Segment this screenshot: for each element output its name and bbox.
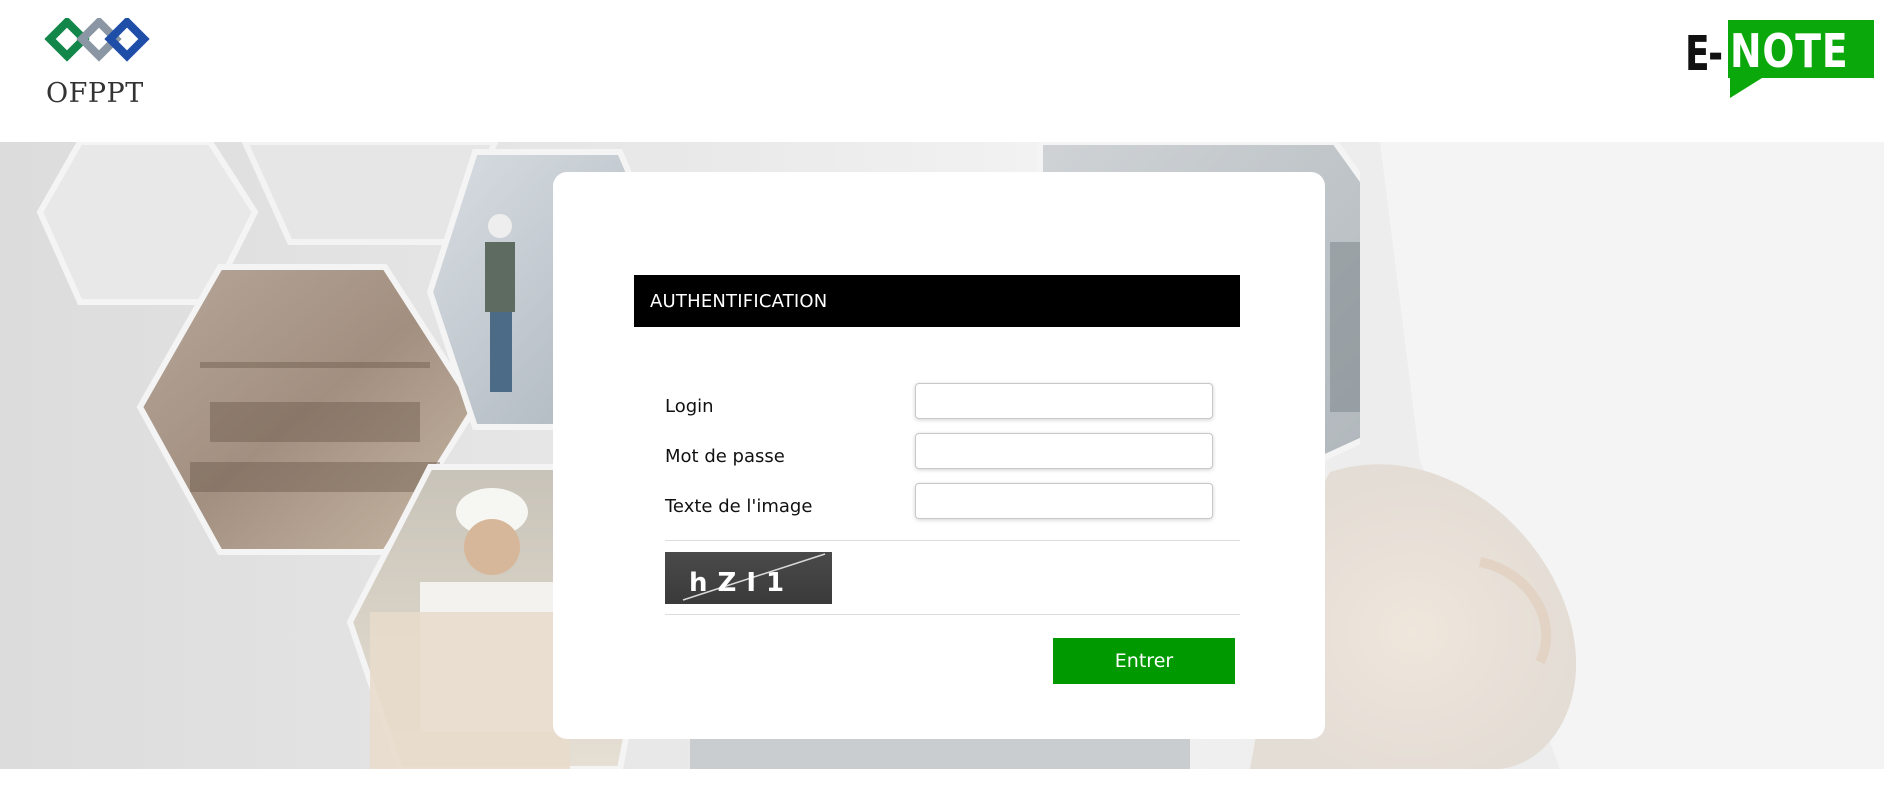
divider-bottom [665,614,1240,615]
enote-logo-word: NOTE [1730,24,1849,78]
captcha-image: hZI1 [665,552,832,604]
enote-logo-prefix: E- [1685,26,1723,82]
password-label: Mot de passe [665,446,785,467]
auth-title: AUTHENTIFICATION [650,291,828,312]
ofppt-logo-text: OFPPT [46,78,144,109]
captcha-input[interactable] [915,483,1213,519]
page-header: OFPPT E- NOTE [0,0,1887,142]
login-input[interactable] [915,383,1213,419]
captcha-text: hZI1 [689,568,795,598]
password-input[interactable] [915,433,1213,469]
captcha-label: Texte de l'image [665,496,813,517]
divider-top [665,540,1240,541]
login-card: AUTHENTIFICATION Login Mot de passe Text… [553,172,1325,739]
submit-button[interactable]: Entrer [1053,638,1235,684]
login-label: Login [665,396,714,417]
auth-header-bar: AUTHENTIFICATION [634,275,1240,327]
